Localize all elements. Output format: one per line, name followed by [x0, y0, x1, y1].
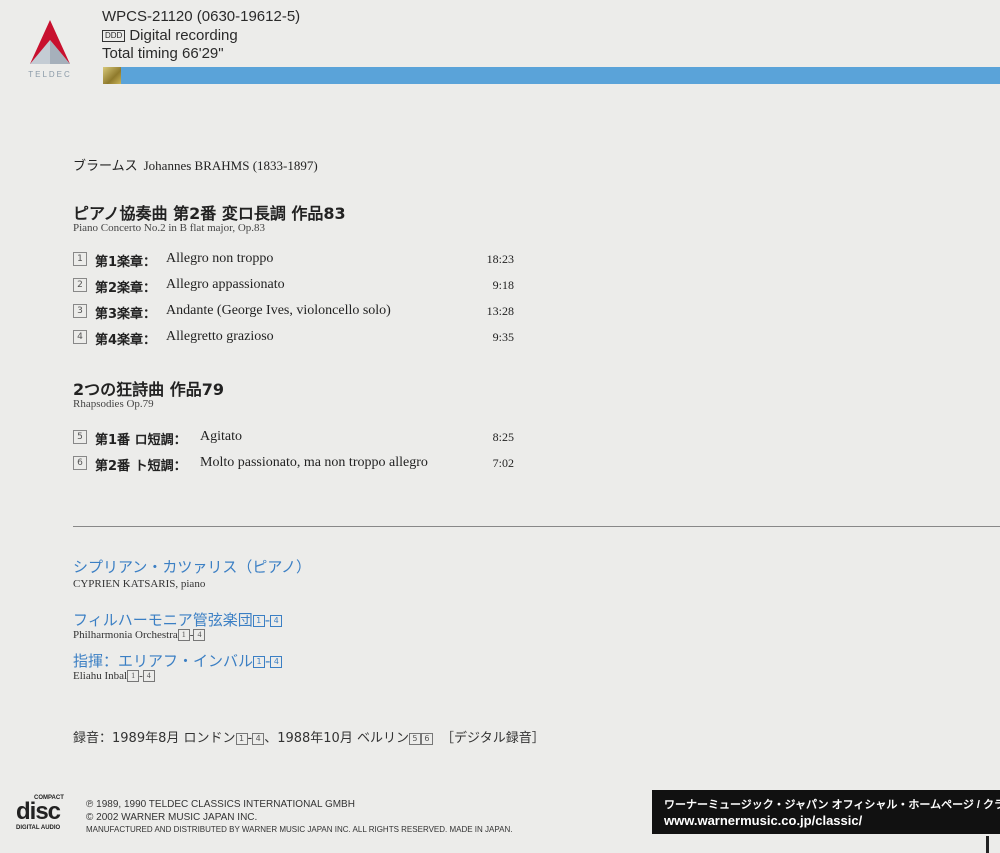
conductor-jp: 指揮：エリアフ・インバル [73, 652, 254, 670]
work-title-jp: 2つの狂詩曲 作品79 [73, 380, 224, 399]
track-ref: 4 [193, 629, 206, 642]
recording-note-digital: ［デジタル録音］ [440, 731, 545, 746]
track-number: 3 [73, 304, 87, 318]
compact-disc-logo: COMPACT disc DIGITAL AUDIO [14, 795, 76, 835]
track-number: 2 [73, 278, 87, 292]
copyright-line: ℗ 1989, 1990 TELDEC CLASSICS INTERNATION… [86, 799, 355, 810]
orchestra-en-line: Philharmonia Orchestra 1-4 [73, 629, 206, 642]
track-title: Andante (George Ives, violoncello solo) [166, 303, 391, 318]
track-movement-jp: 第3楽章： [95, 307, 157, 322]
track-ref: 4 [142, 670, 155, 683]
catalog-number: WPCS-21120 (0630-19612-5) [102, 8, 301, 25]
track-movement-jp: 第2番 ト短調： [95, 459, 187, 474]
track-time: 13:28 [486, 304, 514, 318]
track-number: 5 [73, 430, 87, 444]
pianist-jp: シプリアン・カツァリス（ピアノ） [73, 558, 312, 576]
composer-en: Johannes BRAHMS (1833-1897) [143, 158, 318, 173]
website-url[interactable]: www.warnermusic.co.jp/classic/ [664, 813, 862, 828]
track-row: 1 第1楽章： Allegro non troppo 18:23 [73, 251, 518, 271]
track-title: Agitato [200, 429, 242, 444]
composer-line: ブラームス Johannes BRAHMS (1833-1897) [73, 155, 318, 174]
work-title-en: Piano Concerto No.2 in B flat major, Op.… [73, 222, 266, 234]
track-ref: 4 [252, 732, 265, 745]
conductor-jp-line: 指揮：エリアフ・インバル 1-4 [73, 650, 283, 671]
recording-note-berlin: 、1988年10月 ベルリン [264, 731, 409, 746]
track-time: 9:18 [492, 278, 514, 292]
track-time: 7:02 [492, 456, 514, 470]
total-timing: Total timing 66'29" [102, 45, 224, 62]
recording-type: DDD Digital recording [102, 27, 238, 44]
track-row: 4 第4楽章： Allegretto grazioso 9:35 [73, 329, 518, 349]
composer-jp: ブラームス [73, 159, 138, 174]
track-number: 1 [73, 252, 87, 266]
track-number: 6 [73, 456, 87, 470]
track-title: Allegro non troppo [166, 251, 274, 266]
track-number: 4 [73, 330, 87, 344]
track-ref: 1 [253, 655, 266, 668]
work-title-jp: ピアノ協奏曲 第2番 変ロ長調 作品83 [73, 204, 346, 223]
track-movement-jp: 第1楽章： [95, 255, 157, 270]
track-time: 9:35 [492, 330, 514, 344]
track-ref: 1 [252, 614, 265, 627]
pianist-en: CYPRIEN KATSARIS, piano [73, 578, 206, 590]
teldec-logo-text: TELDEC [28, 70, 72, 79]
track-title: Molto passionato, ma non troppo allegro [200, 455, 428, 470]
recording-label: Digital recording [129, 27, 238, 44]
gold-square [103, 67, 121, 84]
copyright-line: MANUFACTURED AND DISTRIBUTED BY WARNER M… [86, 825, 513, 834]
ddd-badge: DDD [102, 30, 126, 43]
track-title: Allegro appassionato [166, 277, 285, 292]
track-movement-jp: 第2楽章： [95, 281, 157, 296]
header-blue-bar [121, 67, 1000, 84]
track-row: 6 第2番 ト短調： Molto passionato, ma non trop… [73, 455, 518, 475]
section-divider [73, 526, 1000, 527]
track-ref: 1 [235, 732, 248, 745]
disc-logo-bottom: DIGITAL AUDIO [16, 825, 61, 831]
track-row: 2 第2楽章： Allegro appassionato 9:18 [73, 277, 518, 297]
track-row: 3 第3楽章： Andante (George Ives, violoncell… [73, 303, 518, 323]
website-label: ワーナーミュージック・ジャパン オフィシャル・ホームページ / クラシック： [664, 799, 1000, 811]
orchestra-jp-line: フィルハーモニア管弦楽団 1-4 [73, 609, 283, 630]
orchestra-jp: フィルハーモニア管弦楽団 [73, 611, 253, 629]
track-movement-jp: 第1番 ロ短調： [95, 433, 187, 448]
track-ref: 1 [127, 670, 140, 683]
track-row: 5 第1番 ロ短調： Agitato 8:25 [73, 429, 518, 449]
conductor-en-line: Eliahu Inbal 1-4 [73, 670, 155, 683]
website-banner: ワーナーミュージック・ジャパン オフィシャル・ホームページ / クラシック： w… [652, 790, 1000, 834]
track-ref: 6 [420, 732, 433, 745]
disc-logo-main: disc [16, 798, 61, 825]
work-title-en: Rhapsodies Op.79 [73, 398, 154, 410]
track-time: 18:23 [486, 252, 514, 266]
track-title: Allegretto grazioso [166, 329, 274, 344]
recording-note-london: 録音：1989年8月 ロンドン [73, 731, 236, 746]
edge-mark [986, 836, 989, 853]
track-ref: 5 [408, 732, 421, 745]
conductor-en: Eliahu Inbal [73, 670, 128, 682]
orchestra-en: Philharmonia Orchestra [73, 629, 178, 641]
recording-note: 録音：1989年8月 ロンドン 1-4 、1988年10月 ベルリン 5 6 ［デジタル録… [73, 727, 545, 746]
copyright-line: © 2002 WARNER MUSIC JAPAN INC. [86, 812, 258, 823]
track-ref: 4 [270, 614, 283, 627]
track-ref: 1 [177, 629, 190, 642]
track-movement-jp: 第4楽章： [95, 333, 157, 348]
track-ref: 4 [270, 655, 283, 668]
track-time: 8:25 [492, 430, 514, 444]
